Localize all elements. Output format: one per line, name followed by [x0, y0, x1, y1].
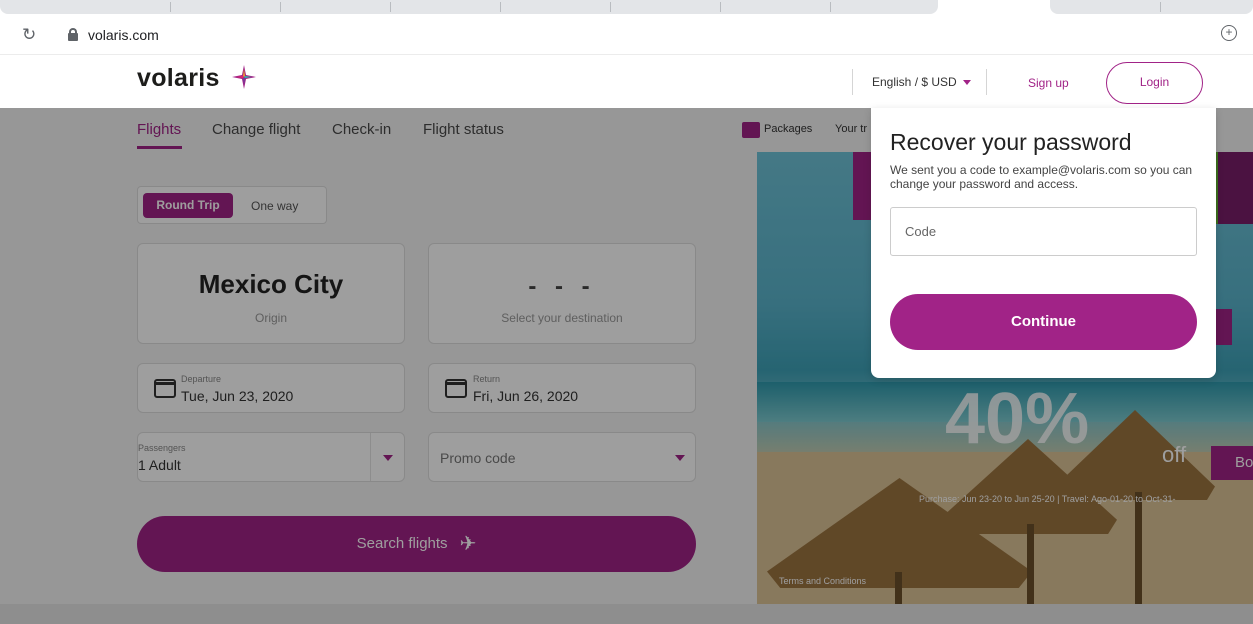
tab-separator	[720, 2, 721, 12]
tab-separator	[500, 2, 501, 12]
modal-title: Recover your password	[890, 129, 1132, 155]
recover-password-modal: Recover your password We sent you a code…	[871, 108, 1216, 378]
tab-separator	[280, 2, 281, 12]
language-label: English / $ USD	[872, 75, 957, 89]
url-field[interactable]: volaris.com	[88, 27, 159, 43]
code-input[interactable]	[890, 207, 1197, 256]
browser-tab[interactable]	[1050, 0, 1253, 14]
browser-tab-group[interactable]	[0, 0, 938, 14]
continue-button[interactable]: Continue	[890, 294, 1197, 350]
tab-separator	[170, 2, 171, 12]
tab-separator	[390, 2, 391, 12]
signup-link[interactable]: Sign up	[1028, 76, 1069, 90]
volaris-logo[interactable]: volaris	[137, 64, 220, 93]
login-button[interactable]: Login	[1106, 62, 1203, 104]
zoom-icon[interactable]: +	[1221, 25, 1237, 41]
language-selector[interactable]: English / $ USD	[872, 75, 971, 89]
lock-icon[interactable]	[68, 28, 78, 41]
reload-icon[interactable]: ↻	[22, 25, 36, 45]
chevron-down-icon	[962, 80, 971, 86]
modal-description: We sent you a code to example@volaris.co…	[890, 163, 1193, 191]
header-divider	[852, 69, 853, 95]
tab-separator	[1160, 2, 1161, 12]
browser-tabstrip	[0, 0, 1253, 17]
logo-star-icon	[232, 65, 256, 89]
address-bar: ↻ volaris.com +	[0, 17, 1253, 55]
header-divider	[986, 69, 987, 95]
site-header: volaris English / $ USD Sign up Login	[0, 55, 1253, 108]
tab-separator	[830, 2, 831, 12]
tab-separator	[610, 2, 611, 12]
